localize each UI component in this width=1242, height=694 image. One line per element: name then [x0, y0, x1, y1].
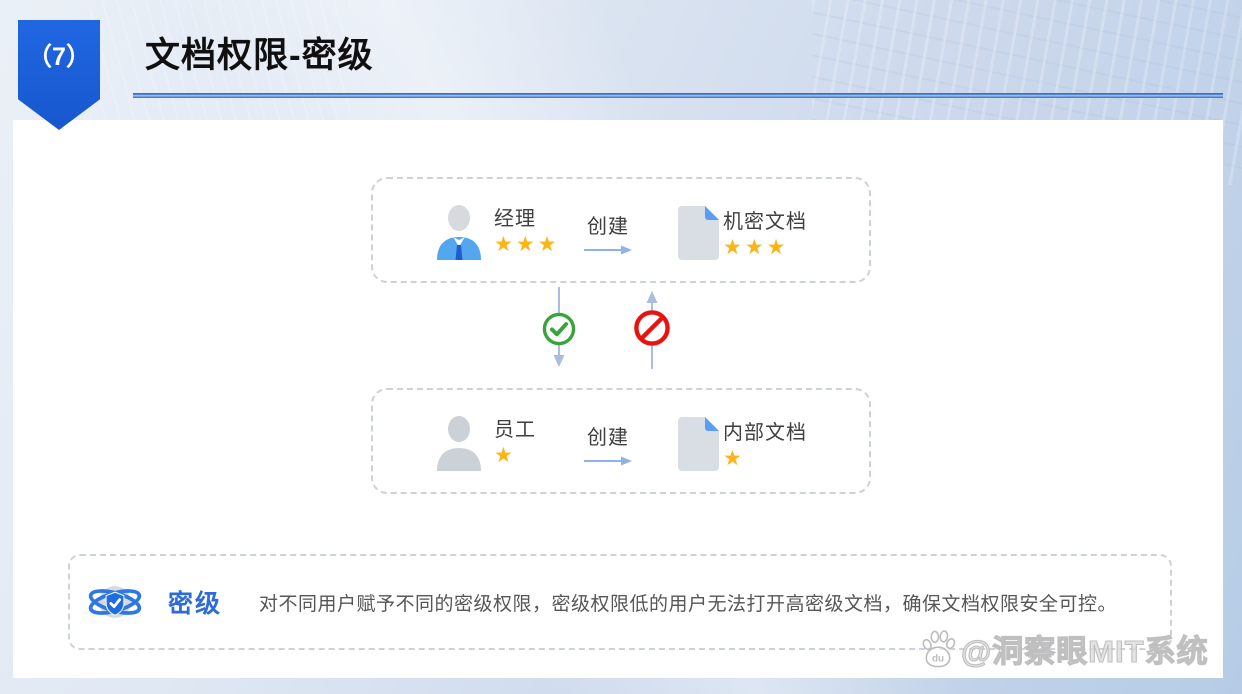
- internal-document-icon: [678, 417, 719, 471]
- employee-label-group: 员工 ★: [494, 418, 536, 468]
- role-label: 员工: [494, 418, 536, 442]
- role-stars: ★★★: [494, 233, 559, 257]
- role-stars: ★: [494, 444, 536, 468]
- page-title: 文档权限-密级: [145, 27, 374, 78]
- create-label: 创建: [584, 215, 632, 239]
- role-label: 经理: [494, 207, 559, 231]
- watermark: du @洞察眼MIT系统: [920, 626, 1209, 671]
- employee-icon: [433, 415, 485, 471]
- no-entry-icon: [633, 309, 671, 347]
- doc-stars: ★★★: [723, 236, 807, 260]
- create-arrow-icon: [584, 244, 632, 256]
- doc-label: 内部文档: [723, 421, 807, 445]
- manager-flow-box: 经理 ★★★ 创建 机密文档 ★★★: [371, 177, 871, 283]
- manager-label-group: 经理 ★★★: [494, 207, 559, 257]
- summary-text: 对不同用户赋予不同的密级权限，密级权限低的用户无法打开高密级文档，确保文档权限安…: [259, 589, 1117, 616]
- doc-stars: ★: [723, 447, 807, 471]
- employee-flow-box: 员工 ★ 创建 内部文档 ★: [371, 388, 871, 494]
- watermark-text: @洞察眼MIT系统: [961, 626, 1209, 671]
- summary-label: 密级: [168, 584, 222, 620]
- confidential-doc-label-group: 机密文档 ★★★: [723, 210, 807, 260]
- svg-text:du: du: [932, 653, 944, 664]
- create-arrow-icon: [584, 455, 632, 467]
- doc-label: 机密文档: [723, 210, 807, 234]
- security-globe-shield-icon: [85, 574, 145, 630]
- create-action-group: 创建: [584, 426, 632, 467]
- slide-number: （7）: [27, 43, 91, 71]
- check-circle-icon: [542, 312, 576, 346]
- baidu-paw-icon: du: [920, 630, 956, 668]
- slide: （7） 文档权限-密级 经理 ★★★ 创建 机密文档 ★★★: [0, 0, 1242, 694]
- create-action-group: 创建: [584, 215, 632, 256]
- title-divider: [133, 93, 1223, 98]
- create-label: 创建: [584, 426, 632, 450]
- internal-doc-label-group: 内部文档 ★: [723, 421, 807, 471]
- confidential-document-icon: [678, 206, 719, 260]
- manager-icon: [433, 204, 485, 260]
